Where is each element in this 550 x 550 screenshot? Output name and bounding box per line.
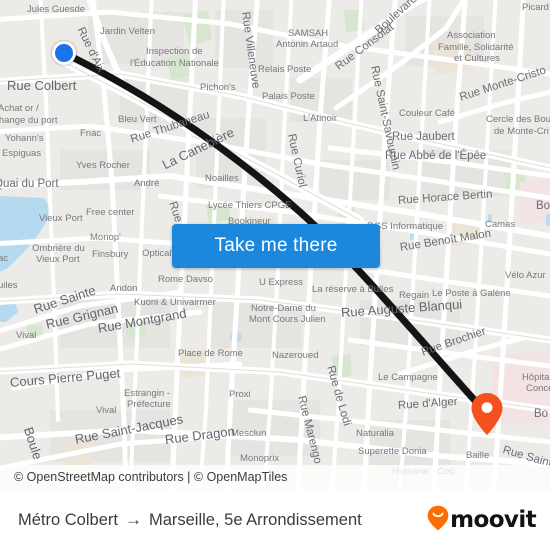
- take-me-there-button[interactable]: Take me there: [172, 224, 380, 268]
- moovit-pin-icon: [427, 505, 449, 536]
- moovit-route-screenshot: Jules Guesde Jardin Velten Rue d'Aix Inspec…: [0, 0, 550, 550]
- moovit-logo[interactable]: moovit: [427, 505, 537, 536]
- map-canvas[interactable]: Jules Guesde Jardin Velten Rue d'Aix Inspec…: [0, 0, 550, 490]
- arrow-right-icon: →: [124, 510, 142, 529]
- route-summary: Métro Colbert → Marseille, 5e Arrondisse…: [18, 510, 427, 530]
- route-destination-label: Marseille, 5e Arrondissement: [148, 510, 362, 529]
- moovit-wordmark: moovit: [450, 507, 536, 533]
- destination-marker-icon[interactable]: [471, 392, 503, 436]
- map-attribution[interactable]: © OpenStreetMap contributors | © OpenMap…: [0, 465, 550, 490]
- route-origin-label: Métro Colbert: [18, 510, 118, 529]
- origin-marker-icon[interactable]: [52, 41, 76, 65]
- route-footer: Métro Colbert → Marseille, 5e Arrondisse…: [0, 490, 550, 550]
